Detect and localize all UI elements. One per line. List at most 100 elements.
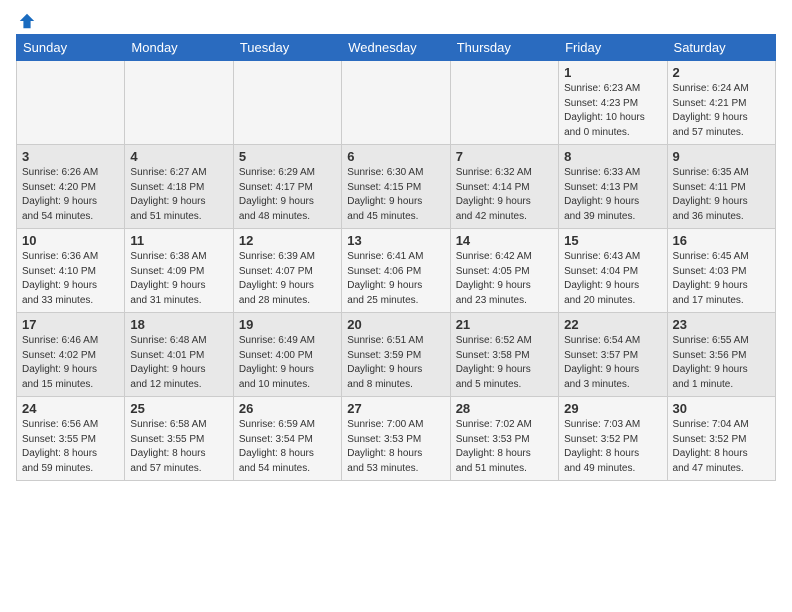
calendar-cell: 7 Sunrise: 6:32 AM Sunset: 4:14 PM Daylig…: [450, 145, 558, 229]
calendar-cell: 21 Sunrise: 6:52 AM Sunset: 3:58 PM Dayli…: [450, 313, 558, 397]
day-info: Sunrise: 7:00 AM Sunset: 3:53 PM Dayligh…: [347, 418, 444, 476]
calendar-cell: 12 Sunrise: 6:39 AM Sunset: 4:07 PM Dayli…: [233, 229, 341, 313]
day-info: Sunrise: 6:35 AM Sunset: 4:11 PM Dayligh…: [673, 166, 770, 224]
day-number: 30: [673, 401, 770, 416]
weekday-header-tuesday: Tuesday: [233, 35, 341, 61]
day-number: 13: [347, 233, 444, 248]
day-number: 28: [456, 401, 553, 416]
calendar-cell: 28 Sunrise: 7:02 AM Sunset: 3:53 PM Dayli…: [450, 397, 558, 481]
day-info: Sunrise: 6:29 AM Sunset: 4:17 PM Dayligh…: [239, 166, 336, 224]
calendar-cell: 1Sunrise: 6:23 AM Sunset: 4:23 PM Daylig…: [559, 61, 667, 145]
calendar-cell: [450, 61, 558, 145]
calendar-cell: 29Sunrise: 7:03 AM Sunset: 3:52 PM Dayli…: [559, 397, 667, 481]
day-info: Sunrise: 6:36 AM Sunset: 4:10 PM Dayligh…: [22, 250, 119, 308]
day-number: 11: [130, 233, 227, 248]
calendar-cell: 5 Sunrise: 6:29 AM Sunset: 4:17 PM Daylig…: [233, 145, 341, 229]
day-number: 23: [673, 317, 770, 332]
weekday-header-saturday: Saturday: [667, 35, 775, 61]
day-info: Sunrise: 6:56 AM Sunset: 3:55 PM Dayligh…: [22, 418, 119, 476]
calendar-cell: 13 Sunrise: 6:41 AM Sunset: 4:06 PM Dayli…: [342, 229, 450, 313]
day-info: Sunrise: 6:49 AM Sunset: 4:00 PM Dayligh…: [239, 334, 336, 392]
calendar-cell: [233, 61, 341, 145]
calendar-cell: [342, 61, 450, 145]
calendar-cell: 23 Sunrise: 6:55 AM Sunset: 3:56 PM Dayli…: [667, 313, 775, 397]
day-number: 15: [564, 233, 661, 248]
day-number: 8: [564, 149, 661, 164]
day-number: 26: [239, 401, 336, 416]
calendar-cell: 22 Sunrise: 6:54 AM Sunset: 3:57 PM Dayli…: [559, 313, 667, 397]
day-number: 25: [130, 401, 227, 416]
day-info: Sunrise: 6:45 AM Sunset: 4:03 PM Dayligh…: [673, 250, 770, 308]
day-number: 3: [22, 149, 119, 164]
day-info: Sunrise: 6:43 AM Sunset: 4:04 PM Dayligh…: [564, 250, 661, 308]
calendar: SundayMondayTuesdayWednesdayThursdayFrid…: [16, 34, 776, 481]
week-row-2: 3 Sunrise: 6:26 AM Sunset: 4:20 PM Daylig…: [17, 145, 776, 229]
calendar-cell: 8Sunrise: 6:33 AM Sunset: 4:13 PM Daylig…: [559, 145, 667, 229]
weekday-header-friday: Friday: [559, 35, 667, 61]
day-info: Sunrise: 6:46 AM Sunset: 4:02 PM Dayligh…: [22, 334, 119, 392]
calendar-cell: 25 Sunrise: 6:58 AM Sunset: 3:55 PM Dayli…: [125, 397, 233, 481]
day-number: 5: [239, 149, 336, 164]
week-row-1: 1Sunrise: 6:23 AM Sunset: 4:23 PM Daylig…: [17, 61, 776, 145]
calendar-cell: 3 Sunrise: 6:26 AM Sunset: 4:20 PM Daylig…: [17, 145, 125, 229]
day-info: Sunrise: 6:27 AM Sunset: 4:18 PM Dayligh…: [130, 166, 227, 224]
day-info: Sunrise: 6:48 AM Sunset: 4:01 PM Dayligh…: [130, 334, 227, 392]
calendar-cell: 6 Sunrise: 6:30 AM Sunset: 4:15 PM Daylig…: [342, 145, 450, 229]
day-info: Sunrise: 6:39 AM Sunset: 4:07 PM Dayligh…: [239, 250, 336, 308]
day-number: 14: [456, 233, 553, 248]
calendar-cell: 16 Sunrise: 6:45 AM Sunset: 4:03 PM Dayli…: [667, 229, 775, 313]
day-number: 4: [130, 149, 227, 164]
day-number: 24: [22, 401, 119, 416]
week-row-3: 10Sunrise: 6:36 AM Sunset: 4:10 PM Dayli…: [17, 229, 776, 313]
calendar-cell: 27Sunrise: 7:00 AM Sunset: 3:53 PM Dayli…: [342, 397, 450, 481]
day-info: Sunrise: 6:52 AM Sunset: 3:58 PM Dayligh…: [456, 334, 553, 392]
week-row-5: 24 Sunrise: 6:56 AM Sunset: 3:55 PM Dayli…: [17, 397, 776, 481]
day-info: Sunrise: 6:55 AM Sunset: 3:56 PM Dayligh…: [673, 334, 770, 392]
day-info: Sunrise: 6:54 AM Sunset: 3:57 PM Dayligh…: [564, 334, 661, 392]
weekday-header-monday: Monday: [125, 35, 233, 61]
calendar-cell: 19 Sunrise: 6:49 AM Sunset: 4:00 PM Dayli…: [233, 313, 341, 397]
day-number: 12: [239, 233, 336, 248]
day-number: 2: [673, 65, 770, 80]
day-number: 20: [347, 317, 444, 332]
weekday-header-thursday: Thursday: [450, 35, 558, 61]
day-number: 21: [456, 317, 553, 332]
calendar-cell: 9Sunrise: 6:35 AM Sunset: 4:11 PM Daylig…: [667, 145, 775, 229]
day-number: 19: [239, 317, 336, 332]
calendar-cell: 26 Sunrise: 6:59 AM Sunset: 3:54 PM Dayli…: [233, 397, 341, 481]
day-info: Sunrise: 6:59 AM Sunset: 3:54 PM Dayligh…: [239, 418, 336, 476]
day-number: 16: [673, 233, 770, 248]
day-number: 1: [564, 65, 661, 80]
logo-icon: [18, 12, 36, 30]
calendar-cell: 11 Sunrise: 6:38 AM Sunset: 4:09 PM Dayli…: [125, 229, 233, 313]
weekday-header-row: SundayMondayTuesdayWednesdayThursdayFrid…: [17, 35, 776, 61]
calendar-cell: 17 Sunrise: 6:46 AM Sunset: 4:02 PM Dayli…: [17, 313, 125, 397]
day-info: Sunrise: 7:04 AM Sunset: 3:52 PM Dayligh…: [673, 418, 770, 476]
calendar-cell: 15 Sunrise: 6:43 AM Sunset: 4:04 PM Dayli…: [559, 229, 667, 313]
day-number: 22: [564, 317, 661, 332]
day-info: Sunrise: 6:24 AM Sunset: 4:21 PM Dayligh…: [673, 82, 770, 140]
day-number: 17: [22, 317, 119, 332]
day-info: Sunrise: 6:41 AM Sunset: 4:06 PM Dayligh…: [347, 250, 444, 308]
day-info: Sunrise: 6:51 AM Sunset: 3:59 PM Dayligh…: [347, 334, 444, 392]
day-info: Sunrise: 6:32 AM Sunset: 4:14 PM Dayligh…: [456, 166, 553, 224]
calendar-cell: 2 Sunrise: 6:24 AM Sunset: 4:21 PM Daylig…: [667, 61, 775, 145]
week-row-4: 17 Sunrise: 6:46 AM Sunset: 4:02 PM Dayli…: [17, 313, 776, 397]
logo: [16, 12, 36, 30]
header: [16, 12, 776, 28]
day-info: Sunrise: 6:38 AM Sunset: 4:09 PM Dayligh…: [130, 250, 227, 308]
day-number: 6: [347, 149, 444, 164]
day-info: Sunrise: 6:58 AM Sunset: 3:55 PM Dayligh…: [130, 418, 227, 476]
logo-area: [16, 12, 36, 28]
day-info: Sunrise: 6:30 AM Sunset: 4:15 PM Dayligh…: [347, 166, 444, 224]
calendar-cell: 14Sunrise: 6:42 AM Sunset: 4:05 PM Dayli…: [450, 229, 558, 313]
calendar-cell: 20 Sunrise: 6:51 AM Sunset: 3:59 PM Dayli…: [342, 313, 450, 397]
day-number: 18: [130, 317, 227, 332]
weekday-header-wednesday: Wednesday: [342, 35, 450, 61]
calendar-cell: 30 Sunrise: 7:04 AM Sunset: 3:52 PM Dayli…: [667, 397, 775, 481]
day-info: Sunrise: 6:26 AM Sunset: 4:20 PM Dayligh…: [22, 166, 119, 224]
day-info: Sunrise: 7:02 AM Sunset: 3:53 PM Dayligh…: [456, 418, 553, 476]
weekday-header-sunday: Sunday: [17, 35, 125, 61]
day-number: 29: [564, 401, 661, 416]
day-number: 7: [456, 149, 553, 164]
